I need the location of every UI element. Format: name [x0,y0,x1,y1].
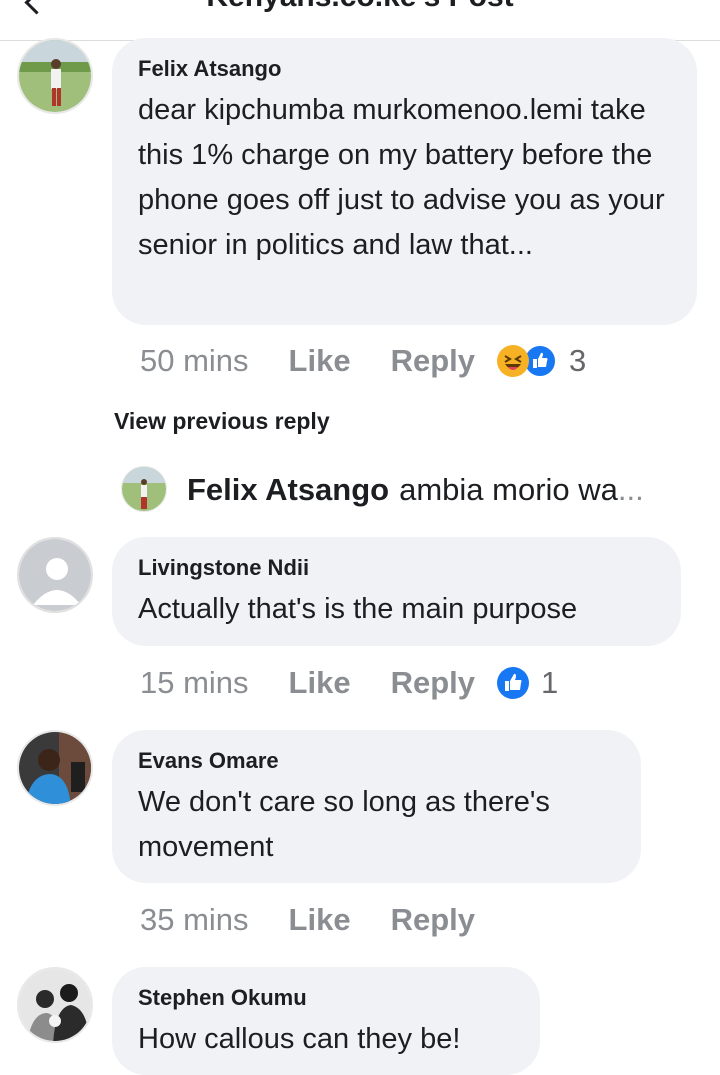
header-title: Kenyans.co.ke's Post [0,0,720,14]
comment-author[interactable]: Stephen Okumu [138,985,514,1011]
comment-author[interactable]: Livingstone Ndii [138,555,655,581]
like-button[interactable]: Like [289,343,351,379]
comment-bubble[interactable]: Stephen Okumu How callous can they be! [112,967,540,1075]
view-previous-reply-link[interactable]: View previous reply [114,408,330,435]
reaction-count: 3 [569,343,587,378]
avatar[interactable] [17,967,93,1043]
comment-timestamp: 50 mins [140,343,249,378]
comment-bubble[interactable]: Livingstone Ndii Actually that's is the … [112,537,681,646]
reply-button[interactable]: Reply [391,343,475,379]
comment-actions: 35 mins Like Reply [140,900,497,940]
comment-text: dear kipchumba murkomenoo.lemi take this… [138,94,665,261]
comment-timestamp: 15 mins [140,665,249,700]
avatar-photo [19,969,91,1041]
comment-bubble[interactable]: Felix Atsango dear kipchumba murkomenoo.… [112,38,697,325]
comment-text: We don't care so long as there's movemen… [138,786,550,863]
like-icon [497,667,529,699]
reply-preview[interactable]: Felix Atsango ambia morio wa... [187,472,644,508]
avatar[interactable] [17,38,93,114]
like-button[interactable]: Like [289,665,351,701]
reply-button[interactable]: Reply [391,902,475,938]
reply-ellipsis: ... [617,472,644,507]
avatar[interactable] [17,730,93,806]
comment-actions: 15 mins Like Reply 1 [140,663,558,703]
reply-button[interactable]: Reply [391,665,475,701]
avatar-photo [19,40,91,112]
comment-bubble[interactable]: Evans Omare We don't care so long as the… [112,730,641,883]
post-header: Kenyans.co.ke's Post [0,0,720,41]
default-avatar-icon [19,539,91,611]
comment-text: How callous can they be! [138,1023,461,1055]
comment-text: Actually that's is the main purpose [138,593,578,625]
reply-avatar[interactable] [121,466,167,512]
avatar-photo [122,467,166,511]
reactions-summary[interactable]: 1 [497,665,558,701]
comment-timestamp: 35 mins [140,902,249,937]
avatar[interactable] [17,537,93,613]
reaction-count: 1 [541,665,559,700]
comment-author[interactable]: Felix Atsango [138,56,671,82]
reply-author: Felix Atsango [187,472,390,507]
avatar-photo [19,732,91,804]
like-button[interactable]: Like [289,902,351,938]
comment-actions: 50 mins Like Reply 3 [140,341,586,381]
reactions-summary[interactable]: 3 [497,343,586,379]
haha-icon [497,345,529,377]
reply-text: ambia morio wa [399,472,618,507]
comment-author[interactable]: Evans Omare [138,748,615,774]
